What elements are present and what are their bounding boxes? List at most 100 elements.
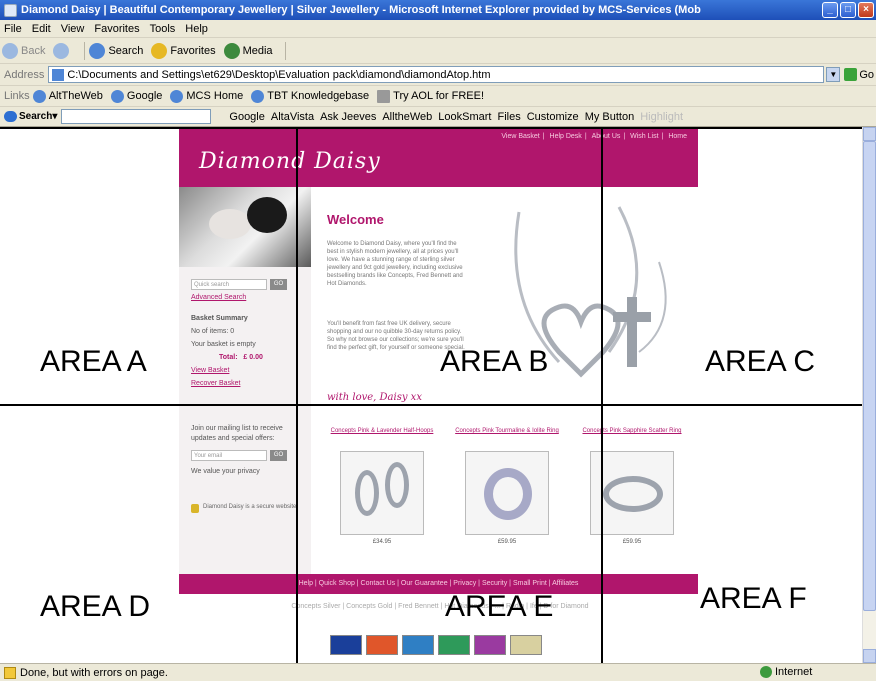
- standard-toolbar: Back Search Favorites Media: [0, 38, 876, 64]
- brand-links[interactable]: Concepts Silver | Concepts Gold | Fred B…: [175, 603, 705, 610]
- basket-title: Basket Summary: [191, 315, 248, 322]
- ring-shape: [603, 476, 663, 512]
- search-files[interactable]: Files: [497, 111, 520, 123]
- address-input[interactable]: C:\Documents and Settings\et629\Desktop\…: [48, 66, 825, 83]
- search-engine-alltheweb[interactable]: AlltheWeb: [382, 111, 432, 123]
- window-controls: _ □ ×: [822, 2, 874, 18]
- maximize-button[interactable]: □: [840, 2, 856, 18]
- nav-help-desk[interactable]: Help Desk: [550, 133, 582, 140]
- menu-favorites[interactable]: Favorites: [94, 23, 139, 35]
- address-dropdown-arrow[interactable]: ▼: [826, 67, 841, 82]
- quick-search-go-button[interactable]: GO: [270, 279, 287, 290]
- basket-summary: Basket Summary No of items: 0 Your baske…: [191, 312, 301, 390]
- mastercard-icon: [366, 635, 398, 655]
- menu-tools[interactable]: Tools: [150, 23, 176, 35]
- email-input[interactable]: Your email: [191, 450, 267, 461]
- link-mcs-home[interactable]: MCS Home: [170, 89, 243, 103]
- basket-total: Total: £ 0.00: [219, 354, 263, 361]
- menu-file[interactable]: File: [4, 23, 22, 35]
- menu-edit[interactable]: Edit: [32, 23, 51, 35]
- quick-search-input[interactable]: Quick search: [191, 279, 267, 290]
- vertical-scrollbar[interactable]: [862, 127, 876, 663]
- favorites-button[interactable]: Favorites: [151, 42, 216, 59]
- search-toolbar-input[interactable]: [61, 109, 212, 124]
- grid-line-horizontal-middle: [0, 404, 862, 406]
- basket-empty: Your basket is empty: [191, 341, 256, 348]
- product-price: £34.95: [372, 539, 392, 545]
- status-bar: Done, but with errors on page. Internet: [0, 663, 876, 681]
- media-button[interactable]: Media: [223, 42, 273, 59]
- menu-help[interactable]: Help: [185, 23, 208, 35]
- padlock-icon: [191, 504, 199, 513]
- search-logo-icon: [4, 111, 17, 122]
- window-title: Diamond Daisy | Beautiful Contemporary J…: [21, 4, 701, 16]
- welcome-heading: Welcome: [327, 212, 384, 227]
- zone-text: Internet: [775, 666, 813, 678]
- search-engine-looksmart[interactable]: LookSmart: [438, 111, 491, 123]
- scroll-up-button[interactable]: [863, 127, 876, 141]
- product-image[interactable]: [340, 451, 424, 535]
- back-button[interactable]: Back: [2, 42, 45, 59]
- scroll-down-button[interactable]: [863, 649, 876, 663]
- nav-wish-list[interactable]: Wish List: [630, 133, 658, 140]
- earring-shape: [385, 462, 409, 508]
- globe-icon: [760, 666, 772, 678]
- site-footer-nav[interactable]: Help | Quick Shop | Contact Us | Our Gua…: [179, 574, 698, 594]
- product-price: £59.95: [622, 539, 642, 545]
- media-icon: [223, 42, 240, 59]
- main-content: Welcome Welcome to Diamond Daisy, where …: [327, 202, 687, 412]
- necklace-image: [514, 206, 667, 378]
- search-engine-altavista[interactable]: AltaVista: [271, 111, 314, 123]
- email-go-button[interactable]: GO: [270, 450, 287, 461]
- search-engine-askjeeves[interactable]: Ask Jeeves: [320, 111, 376, 123]
- privacy-text[interactable]: We value your privacy: [191, 467, 301, 477]
- link-tbt-knowledgebase[interactable]: TBT Knowledgebase: [251, 89, 369, 103]
- minimize-button[interactable]: _: [822, 2, 838, 18]
- nav-home[interactable]: Home: [668, 133, 687, 140]
- scroll-thumb[interactable]: [863, 141, 876, 611]
- jcb-card-icon: [510, 635, 542, 655]
- go-button[interactable]: Go: [844, 68, 874, 81]
- forward-button[interactable]: [53, 42, 72, 59]
- page-viewport: Diamond Daisy View Basket | Help Desk | Ab…: [0, 127, 862, 663]
- secure-text: Diamond Daisy is a secure website: [203, 504, 297, 510]
- site-logo[interactable]: Diamond Daisy: [199, 149, 381, 174]
- advanced-search-link[interactable]: Advanced Search: [191, 294, 301, 301]
- product-name[interactable]: Concepts Pink Tourmaline & Iolite Ring: [452, 427, 562, 445]
- product-card[interactable]: Concepts Pink Tourmaline & Iolite Ring £…: [452, 427, 562, 547]
- warning-icon[interactable]: [4, 666, 16, 679]
- featured-products: Concepts Pink & Lavender Half-Hoops £34.…: [327, 427, 687, 547]
- search-toolbar-button[interactable]: Search ▾: [4, 111, 57, 122]
- menu-view[interactable]: View: [61, 23, 85, 35]
- view-basket-link[interactable]: View Basket: [191, 364, 301, 377]
- search-button[interactable]: Search: [89, 42, 143, 59]
- recover-basket-link[interactable]: Recover Basket: [191, 377, 301, 390]
- link-icon: [32, 89, 46, 103]
- site-sidebar: Quick search GO Advanced Search Basket S…: [179, 187, 311, 574]
- search-customize[interactable]: Customize: [527, 111, 579, 123]
- page-icon: [52, 68, 65, 81]
- product-name[interactable]: Concepts Pink Sapphire Scatter Ring: [577, 427, 687, 445]
- close-button[interactable]: ×: [858, 2, 874, 18]
- earring-shape: [355, 470, 379, 516]
- nav-view-basket[interactable]: View Basket: [501, 133, 539, 140]
- nav-about-us[interactable]: About Us: [592, 133, 621, 140]
- search-my-button[interactable]: My Button: [585, 111, 635, 123]
- product-card[interactable]: Concepts Pink Sapphire Scatter Ring £59.…: [577, 427, 687, 547]
- product-card[interactable]: Concepts Pink & Lavender Half-Hoops £34.…: [327, 427, 437, 547]
- diamond-daisy-site: Diamond Daisy View Basket | Help Desk | Ab…: [179, 127, 698, 597]
- link-try-aol[interactable]: Try AOL for FREE!: [377, 89, 484, 103]
- area-f-label: AREA F: [700, 582, 807, 615]
- area-c-label: AREA C: [705, 345, 816, 378]
- site-header: Diamond Daisy View Basket | Help Desk | Ab…: [179, 127, 698, 187]
- search-highlight[interactable]: Highlight: [640, 111, 683, 123]
- search-engine-google[interactable]: Google: [229, 111, 264, 123]
- search-icon: [89, 42, 106, 59]
- link-google[interactable]: Google: [110, 89, 162, 103]
- address-value: C:\Documents and Settings\et629\Desktop\…: [67, 68, 491, 81]
- intro-text: Welcome to Diamond Daisy, where you'll f…: [327, 241, 463, 287]
- ie-window: Diamond Daisy | Beautiful Contemporary J…: [0, 0, 876, 681]
- link-alltheweb[interactable]: AltTheWeb: [32, 89, 103, 103]
- product-image[interactable]: [465, 451, 549, 535]
- product-name[interactable]: Concepts Pink & Lavender Half-Hoops: [327, 427, 437, 445]
